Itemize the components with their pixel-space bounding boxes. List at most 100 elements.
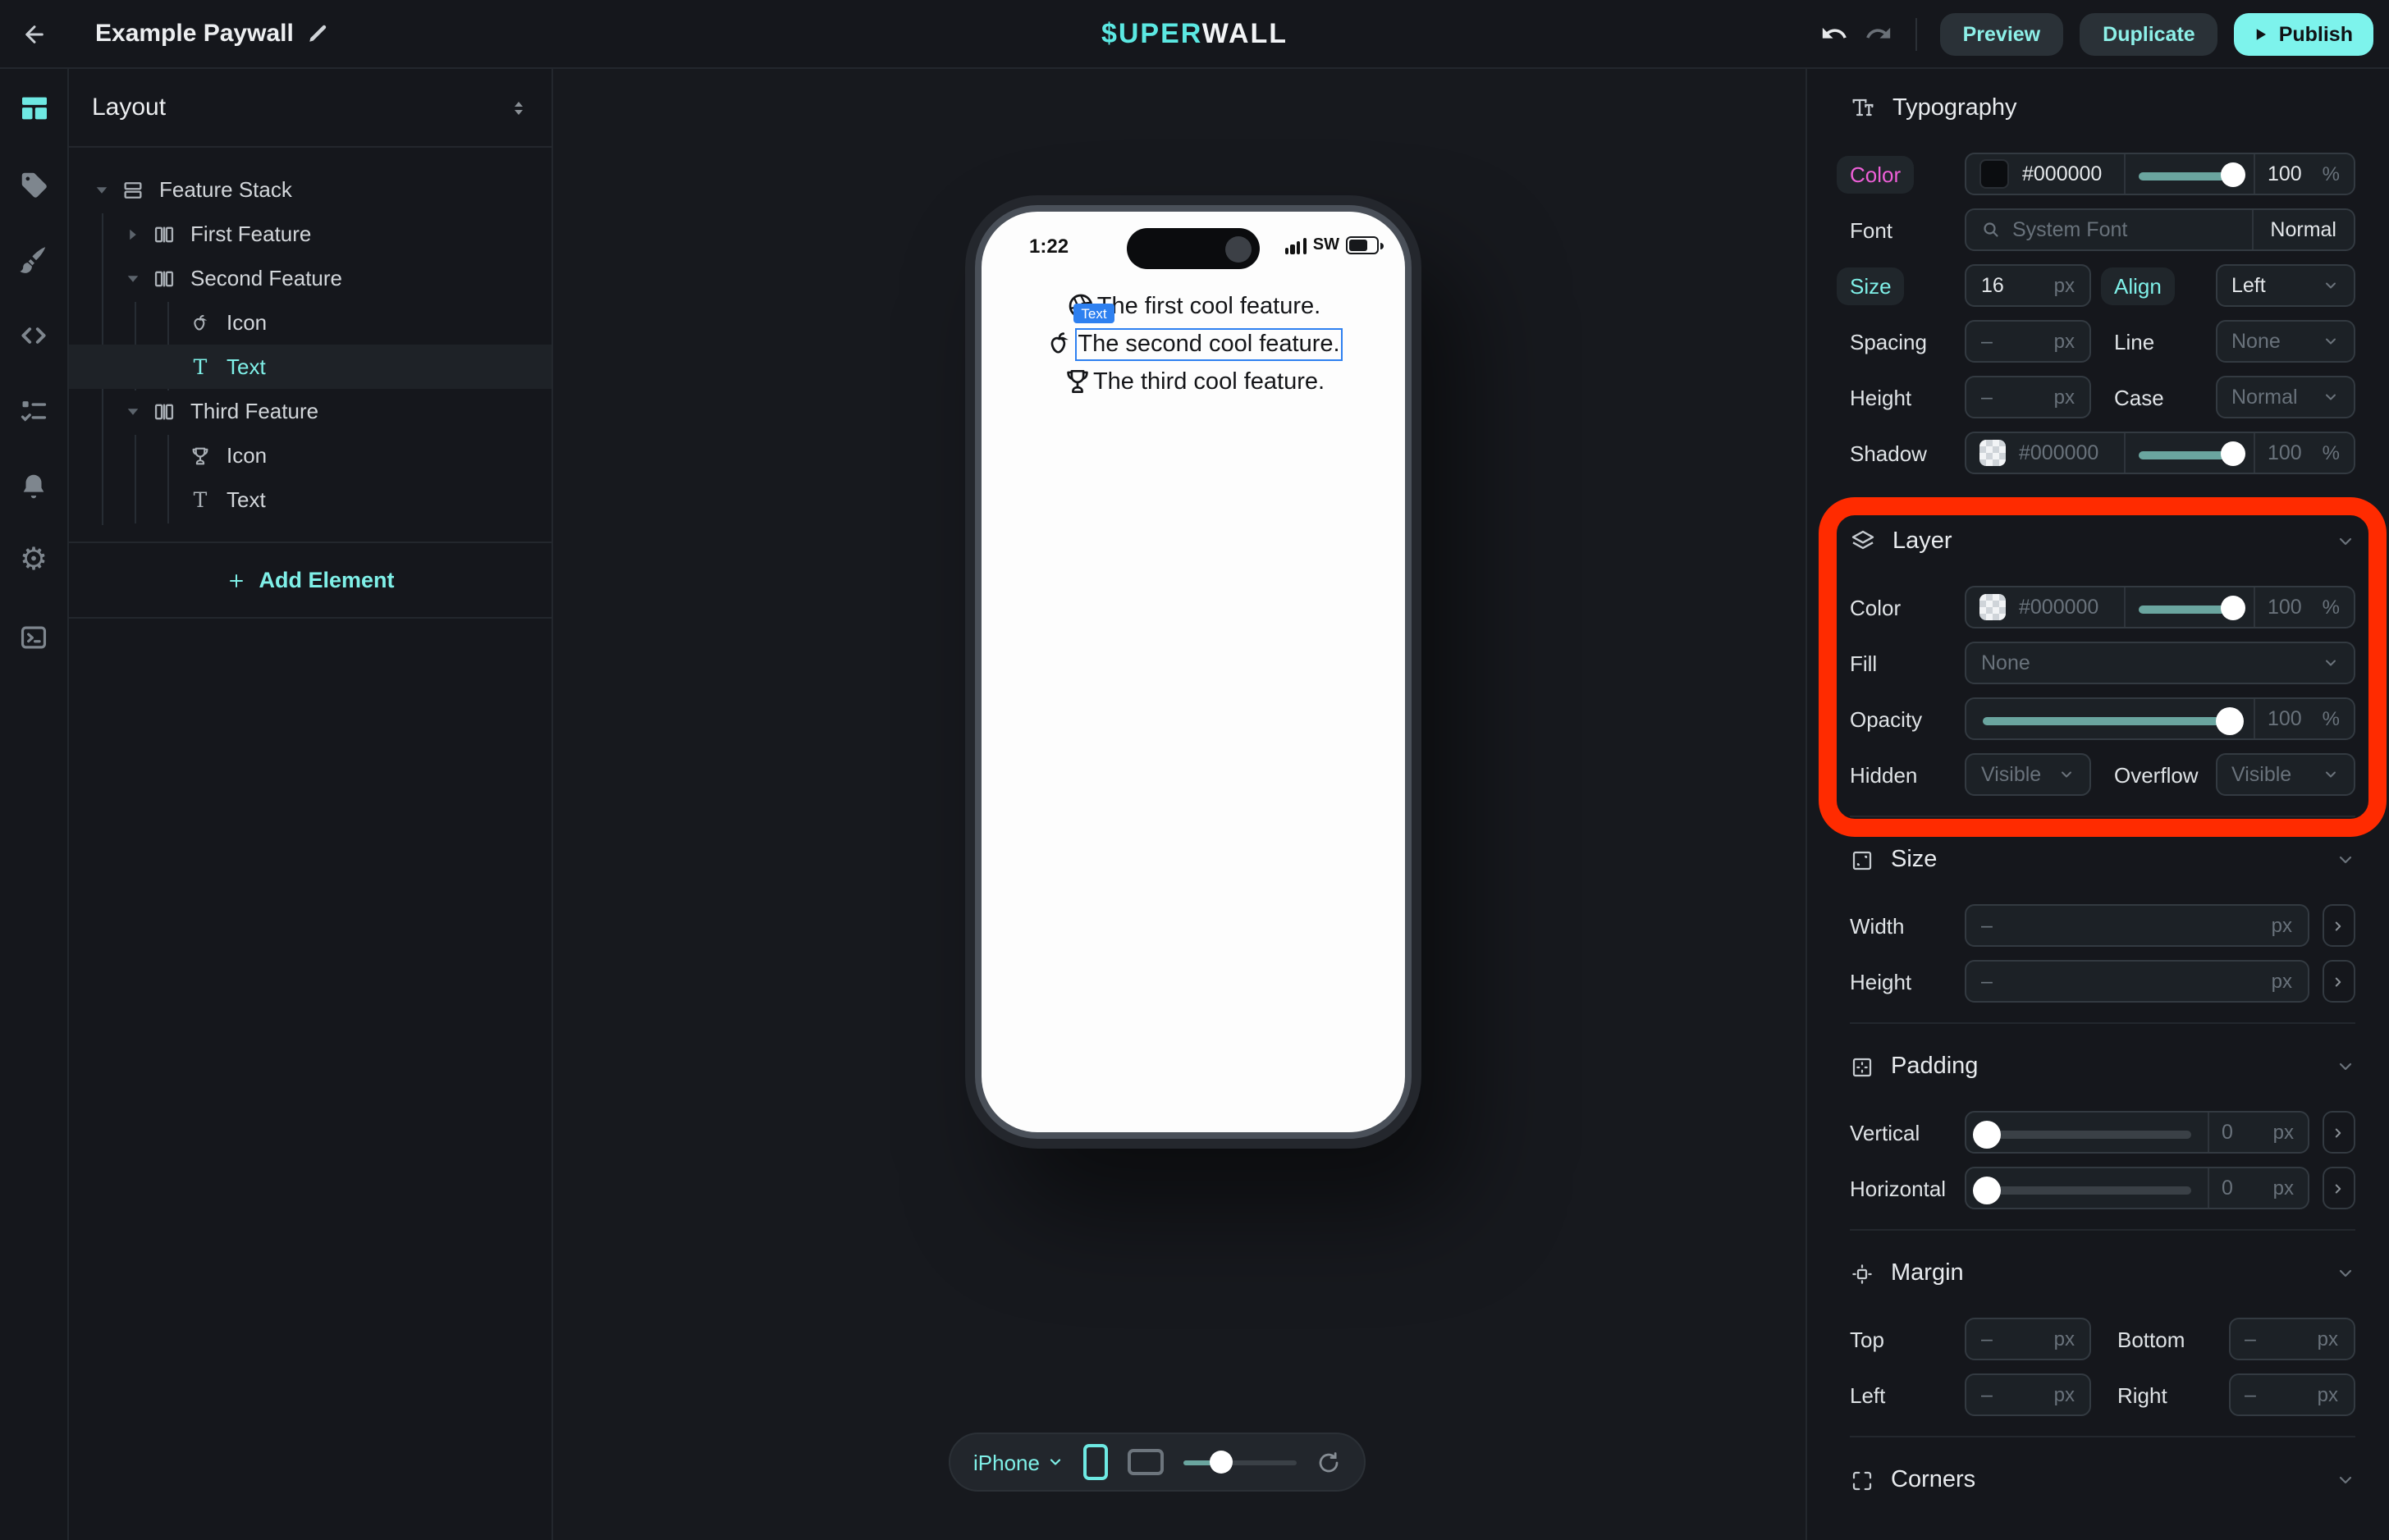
font-weight-select[interactable]: Normal xyxy=(2252,210,2353,249)
font-placeholder: System Font xyxy=(2012,218,2127,241)
size-chip[interactable]: Size xyxy=(1837,267,1905,304)
width-expand-button[interactable] xyxy=(2322,904,2355,947)
redo-button[interactable] xyxy=(1865,20,1892,48)
layer-color-swatch[interactable] xyxy=(1979,594,2006,620)
hidden-label: Hidden xyxy=(1850,762,1965,787)
case-select[interactable]: Normal xyxy=(2215,376,2355,418)
fill-select[interactable]: None xyxy=(1965,642,2355,684)
padding-horizontal-expand-button[interactable] xyxy=(2322,1167,2355,1209)
back-button[interactable] xyxy=(0,0,69,67)
collapse-chevron-icon[interactable] xyxy=(2335,532,2355,551)
shadow-opacity-slider[interactable] xyxy=(2123,433,2253,473)
shadow-label: Shadow xyxy=(1850,441,1965,465)
hidden-select[interactable]: Visible xyxy=(1965,753,2091,796)
tree-row-icon-trophy[interactable]: Icon xyxy=(69,433,551,478)
height-input[interactable]: –px xyxy=(1965,960,2309,1003)
collapse-chevron-icon[interactable] xyxy=(2335,1264,2355,1283)
undo-button[interactable] xyxy=(1820,20,1848,48)
edit-title-button[interactable] xyxy=(307,23,328,44)
color-swatch[interactable] xyxy=(1979,159,2009,189)
feature-list: The first cool feature. Text The second … xyxy=(982,289,1405,399)
paywall-screen[interactable]: 1:22 SW The first cool feature. xyxy=(982,212,1405,1132)
opacity-value: 100 xyxy=(2268,707,2302,730)
typography-color-chip[interactable]: Color xyxy=(1837,155,1914,193)
margin-bottom-input[interactable]: –px xyxy=(2228,1318,2355,1360)
refresh-button[interactable] xyxy=(1316,1450,1341,1474)
caret-down-icon[interactable] xyxy=(125,403,141,419)
theme-brush-icon[interactable] xyxy=(17,243,50,276)
margin-left-input[interactable]: –px xyxy=(1965,1373,2091,1416)
selected-text-element[interactable]: Text The second cool feature. xyxy=(1074,327,1343,360)
typography-section: Typography Color #000000 100% Font xyxy=(1850,69,2355,497)
feature-text[interactable]: The first cool feature. xyxy=(1097,293,1320,319)
device-select[interactable]: iPhone xyxy=(973,1450,1064,1474)
shadow-control: #000000 100% xyxy=(1965,432,2355,474)
align-chip[interactable]: Align xyxy=(2101,267,2175,304)
spacing-label: Spacing xyxy=(1850,329,1965,354)
tree-row-feature-stack[interactable]: Feature Stack xyxy=(69,167,551,212)
overflow-select[interactable]: Visible xyxy=(2215,753,2355,796)
duplicate-button[interactable]: Duplicate xyxy=(2080,12,2218,55)
settings-gear-icon[interactable]: ⚙ xyxy=(17,545,50,578)
margin-right-input[interactable]: –px xyxy=(2228,1373,2355,1416)
terminal-icon[interactable] xyxy=(17,620,50,653)
size-section: Size Width –px Height –px xyxy=(1850,816,2355,1022)
sort-icon[interactable] xyxy=(509,96,529,119)
layer-color-hex-field[interactable]: #000000 xyxy=(1966,587,2123,627)
section-title: Typography xyxy=(1892,95,2017,121)
typography-color-opacity-slider[interactable] xyxy=(2123,154,2253,194)
layer-opacity-slider[interactable] xyxy=(1966,699,2253,740)
width-input[interactable]: –px xyxy=(1965,904,2309,947)
landscape-orientation-button[interactable] xyxy=(1128,1449,1165,1475)
line-height-input[interactable]: –px xyxy=(1965,376,2091,418)
notifications-bell-icon[interactable] xyxy=(17,469,50,502)
tree-row-third-feature[interactable]: Third Feature xyxy=(69,389,551,433)
zoom-slider-knob[interactable] xyxy=(1210,1451,1233,1474)
font-search-input[interactable]: System Font xyxy=(1966,210,2252,249)
opacity-value: 100 xyxy=(2268,162,2302,185)
align-select[interactable]: Left xyxy=(2215,264,2355,307)
margin-top-input[interactable]: –px xyxy=(1965,1318,2091,1360)
tree-row-text-selected[interactable]: T Text xyxy=(69,345,551,389)
products-tag-icon[interactable] xyxy=(17,167,50,200)
checklist-icon[interactable] xyxy=(17,394,50,427)
feature-text[interactable]: The third cool feature. xyxy=(1093,368,1325,395)
letter-spacing-input[interactable]: –px xyxy=(1965,320,2091,363)
preview-button[interactable]: Preview xyxy=(1940,12,2064,55)
padding-vertical-expand-button[interactable] xyxy=(2322,1111,2355,1154)
canvas[interactable]: 1:22 SW The first cool feature. xyxy=(555,69,1805,1540)
portrait-orientation-button[interactable] xyxy=(1084,1444,1109,1480)
font-size-input[interactable]: 16px xyxy=(1965,264,2091,307)
shadow-color-field[interactable]: #000000 xyxy=(1966,433,2123,473)
layer-color-opacity-slider[interactable] xyxy=(2123,587,2253,627)
tree-row-text[interactable]: T Text xyxy=(69,478,551,522)
tree-row-icon-apple[interactable]: Icon xyxy=(69,300,551,345)
feature-row-2[interactable]: Text The second cool feature. xyxy=(1043,327,1343,361)
code-icon[interactable] xyxy=(17,318,50,351)
tree-row-first-feature[interactable]: First Feature xyxy=(69,212,551,256)
add-element-button[interactable]: Add Element xyxy=(69,542,551,619)
zoom-slider[interactable] xyxy=(1184,1451,1297,1474)
layout-tab-icon[interactable] xyxy=(17,92,50,125)
padding-section: Padding Vertical 0px Horizontal 0px xyxy=(1850,1022,2355,1229)
padding-vertical-slider[interactable] xyxy=(1966,1113,2207,1154)
caret-down-icon[interactable] xyxy=(94,181,110,198)
collapse-chevron-icon[interactable] xyxy=(2335,850,2355,870)
chevron-down-icon xyxy=(1048,1454,1064,1470)
collapse-chevron-icon[interactable] xyxy=(2335,1470,2355,1490)
caret-right-icon[interactable] xyxy=(125,226,141,242)
padding-horizontal-slider[interactable] xyxy=(1966,1168,2207,1209)
line-select[interactable]: None xyxy=(2215,320,2355,363)
caret-down-icon[interactable] xyxy=(125,270,141,286)
shadow-swatch[interactable] xyxy=(1979,440,2006,466)
typography-color-hex-field[interactable]: #000000 xyxy=(1966,154,2123,194)
tree-label: Text xyxy=(227,487,266,512)
publish-button[interactable]: Publish xyxy=(2235,12,2373,55)
tree-row-second-feature[interactable]: Second Feature xyxy=(69,256,551,300)
feature-row-3[interactable]: The third cool feature. xyxy=(1062,364,1325,399)
play-icon xyxy=(2254,25,2269,42)
feature-text[interactable]: The second cool feature. xyxy=(1078,331,1339,357)
height-expand-button[interactable] xyxy=(2322,960,2355,1003)
trophy-icon xyxy=(1062,366,1093,397)
collapse-chevron-icon[interactable] xyxy=(2335,1057,2355,1076)
